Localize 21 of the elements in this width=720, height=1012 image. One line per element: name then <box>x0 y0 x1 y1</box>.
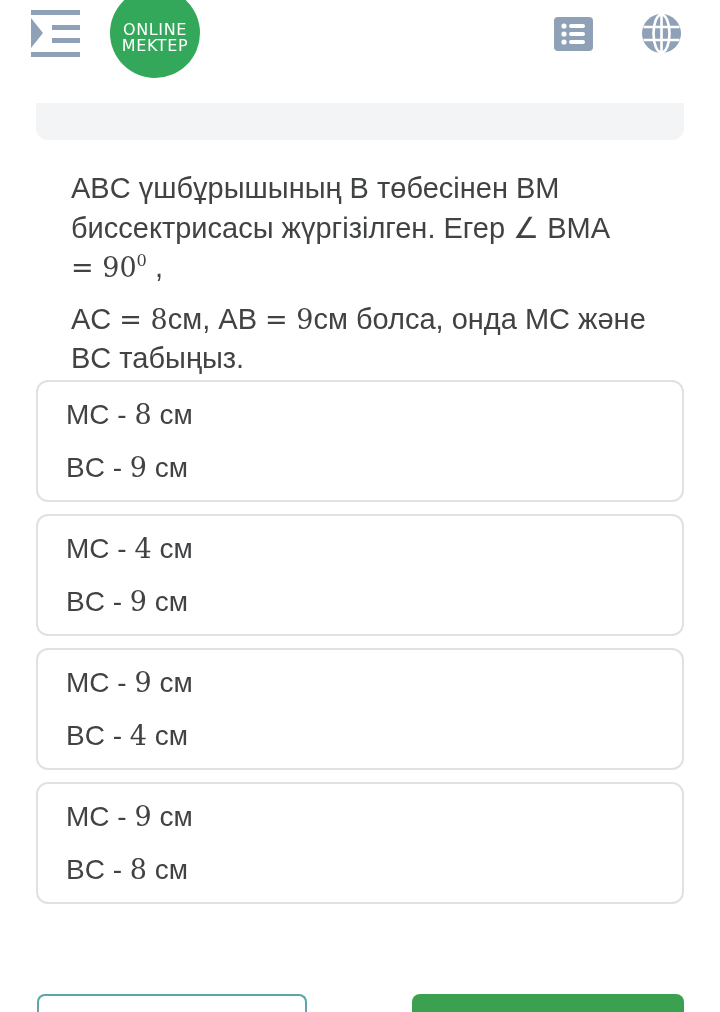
answer-option[interactable]: MC - 8 см BC - 9 см <box>36 379 684 502</box>
primary-button[interactable] <box>412 993 684 1012</box>
logo-text: MEKTEP <box>121 38 189 54</box>
option-text: BC - 4 см <box>66 718 189 753</box>
answer-option[interactable]: MC - 4 см BC - 9 см <box>36 513 684 636</box>
secondary-button[interactable] <box>37 993 307 1012</box>
option-text: MC - 9 см <box>66 665 194 700</box>
menu-icon[interactable] <box>31 10 80 57</box>
list-icon[interactable] <box>554 17 593 51</box>
globe-icon[interactable] <box>642 14 681 53</box>
question-text: AC = 8см, AB = 9см болса, онда MC және BC табыңыз. <box>71 301 646 376</box>
answer-option[interactable]: MC - 9 см BC - 4 см <box>36 647 684 770</box>
question-text: ABC үшбұрышының B төбесінен BM биссектрисасы жүргізілген. Егер ∠ BMA = 90$^{0}$ , <box>71 171 610 285</box>
answer-option[interactable]: MC - 9 см BC - 8 см <box>36 781 684 904</box>
option-text: BC - 9 см <box>66 450 189 485</box>
option-text: MC - 9 см <box>66 799 194 834</box>
option-text: BC - 9 см <box>66 584 189 619</box>
option-text: BC - 8 см <box>66 852 189 887</box>
option-text: MC - 8 см <box>66 397 194 432</box>
logo-text: ONLINE <box>123 22 187 38</box>
option-text: MC - 4 см <box>66 531 194 566</box>
